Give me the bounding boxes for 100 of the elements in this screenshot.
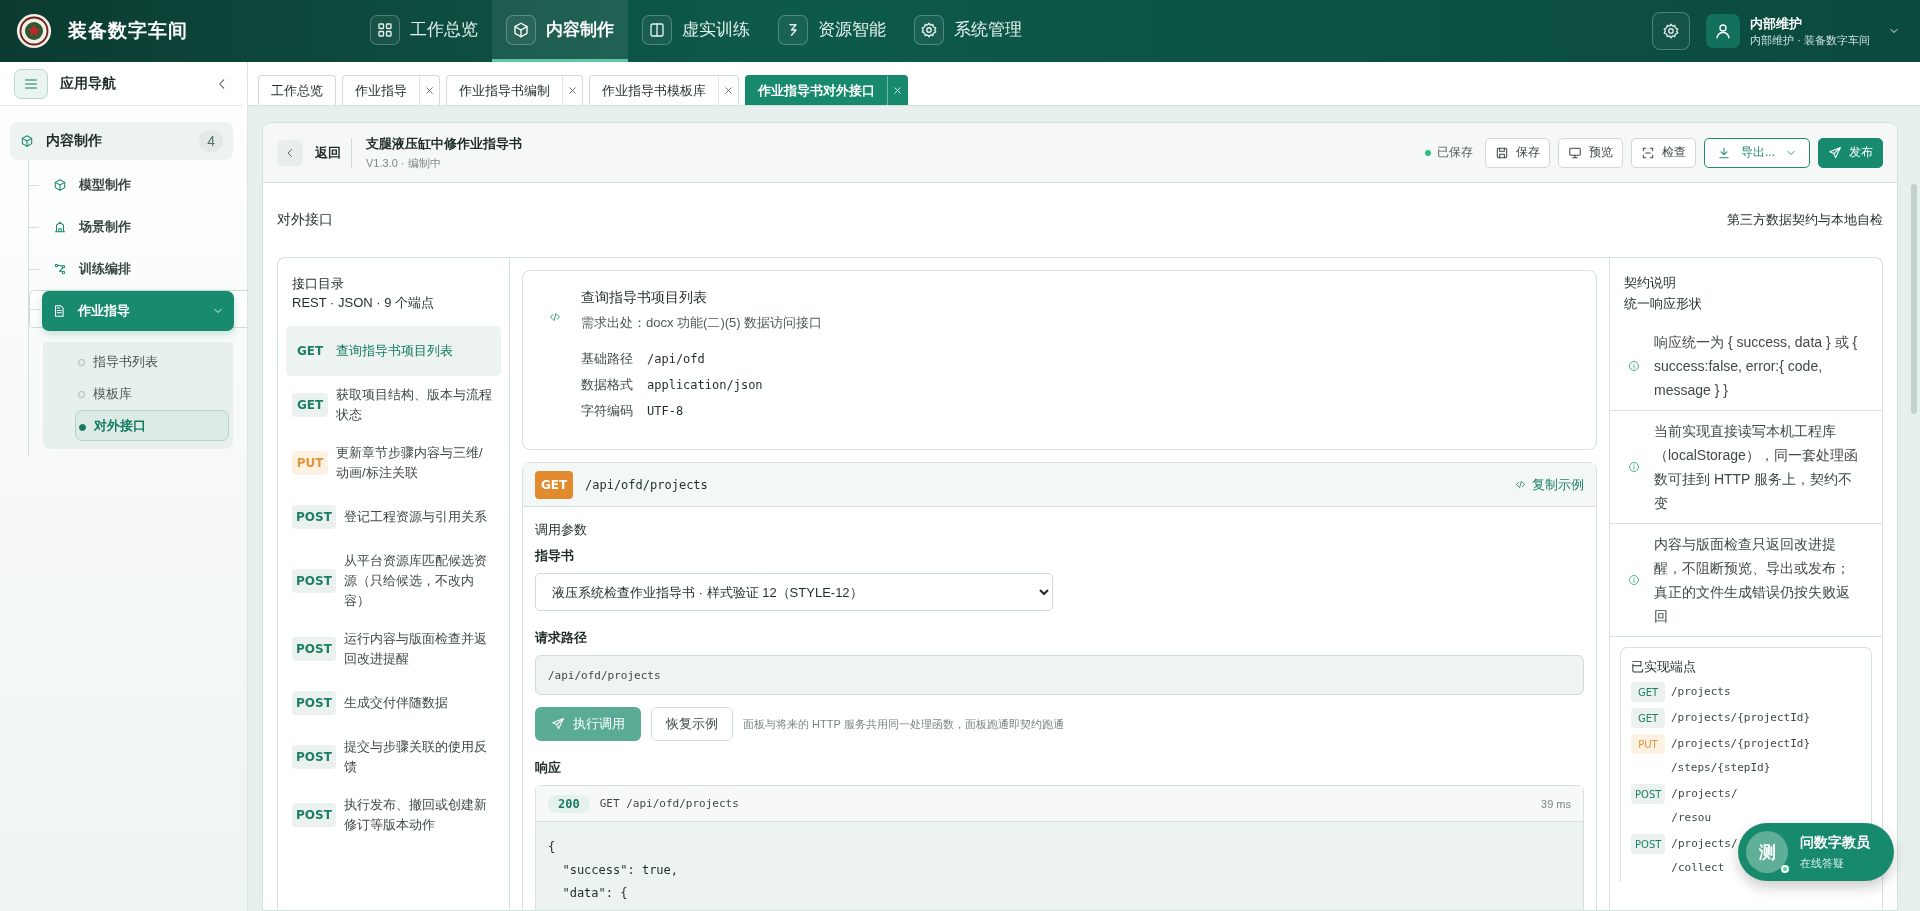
copy-example-button[interactable]: 复制示例 bbox=[1515, 475, 1584, 494]
endpoint-item[interactable]: POST 从平台资源库匹配候选资源（只给候选，不改内容） bbox=[286, 542, 501, 620]
document-icon bbox=[52, 304, 66, 318]
document-meta: V1.3.0 · 编制中 bbox=[366, 155, 442, 171]
endpoint-path: /projects bbox=[1671, 684, 1731, 700]
tab[interactable]: 作业指导书对外接口 bbox=[745, 75, 908, 105]
section-subtitle: 第三方数据契约与本地自检 bbox=[1727, 211, 1883, 229]
toolbar-button[interactable]: 导出... bbox=[1704, 137, 1810, 168]
tab[interactable]: 作业指导 bbox=[342, 75, 440, 105]
contract-title: 契约说明 bbox=[1624, 274, 1677, 292]
building-icon bbox=[53, 220, 67, 234]
group-label: 内容制作 bbox=[46, 132, 102, 150]
book-icon bbox=[648, 20, 666, 39]
method-tag: POST bbox=[292, 637, 336, 661]
endpoint-item[interactable]: POST 生成交付伴随数据 bbox=[286, 678, 501, 728]
document-title: 支腿液压缸中修作业指导书 bbox=[366, 134, 522, 153]
info-icon bbox=[1628, 574, 1640, 586]
reset-button[interactable]: 恢复示例 bbox=[651, 707, 733, 741]
sidebar-item[interactable]: 作业指导 bbox=[42, 291, 234, 331]
settings-icon bbox=[1662, 22, 1681, 40]
submenu-item[interactable]: 对外接口 bbox=[75, 410, 229, 441]
method-tag: PUT bbox=[1631, 734, 1665, 754]
field-value: application/json bbox=[647, 378, 764, 392]
assistant-subtitle: 在线答疑 bbox=[1800, 855, 1845, 871]
back-button[interactable] bbox=[277, 139, 303, 166]
field-label: 指导书 bbox=[535, 547, 575, 565]
nav-tab[interactable]: 系统管理 bbox=[900, 0, 1036, 62]
close-icon bbox=[567, 85, 578, 96]
endpoint-item[interactable]: POST 登记工程资源与引用关系 bbox=[286, 492, 501, 542]
settings-icon bbox=[920, 20, 938, 39]
method-tag: POST bbox=[1631, 834, 1666, 854]
toolbar-button[interactable]: 检查 bbox=[1631, 137, 1696, 168]
save-icon bbox=[1495, 145, 1509, 160]
tab[interactable]: 作业指导书编制 bbox=[446, 75, 583, 105]
endpoints-title: 已实现端点 bbox=[1631, 658, 1697, 676]
request-path-field[interactable]: /api/ofd/projects bbox=[535, 655, 1584, 695]
scrollbar-thumb[interactable] bbox=[1911, 184, 1917, 414]
sidebar-item[interactable]: 训练编排 bbox=[43, 250, 235, 288]
nav-tab[interactable]: 内容制作 bbox=[492, 0, 628, 62]
interface-title: 查询指导书项目列表 bbox=[581, 289, 708, 307]
status-dot bbox=[1425, 149, 1431, 156]
request-line: GET /api/ofd/projects bbox=[599, 797, 739, 810]
status-badge: 200 bbox=[548, 794, 590, 813]
endpoint-path: /resou bbox=[1671, 810, 1713, 826]
app-title: 装备数字车间 bbox=[68, 19, 188, 43]
code-line: { bbox=[548, 839, 557, 856]
settings-button[interactable] bbox=[1652, 12, 1691, 50]
catalog-summary: REST · JSON · 9 个端点 bbox=[291, 294, 436, 312]
tab[interactable]: 作业指导书模板库 bbox=[589, 75, 739, 105]
sidebar-item[interactable]: 模型制作 bbox=[43, 166, 235, 204]
method-tag: PUT bbox=[292, 451, 328, 475]
field-label: 基础路径 bbox=[581, 350, 633, 368]
method-tag: GET bbox=[292, 393, 328, 417]
nav-tab[interactable]: 虚实训练 bbox=[628, 0, 764, 62]
submenu-item[interactable]: 模板库 bbox=[75, 378, 229, 410]
toolbar-button[interactable]: 预览 bbox=[1558, 137, 1623, 168]
monitor-icon bbox=[1568, 145, 1582, 160]
endpoint-path: /projects/ bbox=[1671, 836, 1738, 852]
toolbar-button[interactable]: 发布 bbox=[1818, 137, 1883, 168]
tab[interactable]: 工作总览 bbox=[258, 75, 336, 105]
send-icon bbox=[551, 717, 565, 731]
cube-icon bbox=[53, 178, 67, 192]
back-link[interactable]: 返回 bbox=[311, 137, 352, 168]
route-icon bbox=[53, 262, 67, 276]
guide-select[interactable]: 液压系统检查作业指导书 · 样式验证 12（STYLE-12） bbox=[535, 573, 1053, 611]
user-name: 内部维护 bbox=[1750, 14, 1804, 33]
endpoint-path: /projects/ bbox=[1671, 786, 1738, 802]
field-value: UTF-8 bbox=[647, 404, 685, 418]
method-tag: POST bbox=[292, 569, 336, 593]
assistant-button[interactable]: 测 问数字教员 在线答疑 bbox=[1738, 823, 1894, 881]
assistant-title: 问数字教员 bbox=[1800, 833, 1870, 852]
save-status: 已保存 bbox=[1437, 144, 1473, 161]
submenu-item[interactable]: 指导书列表 bbox=[75, 346, 229, 378]
nav-group[interactable]: 内容制作 4 bbox=[10, 122, 233, 160]
close-icon bbox=[424, 85, 435, 96]
nav-tab[interactable]: 资源智能 bbox=[764, 0, 900, 62]
field-label: 字符编码 bbox=[581, 402, 633, 420]
method-tag: GET bbox=[535, 470, 573, 499]
catalog-title: 接口目录 bbox=[291, 275, 345, 293]
cube-icon bbox=[512, 20, 530, 39]
method-tag: POST bbox=[292, 505, 336, 529]
menu-button[interactable] bbox=[14, 68, 48, 99]
field-label: 数据格式 bbox=[581, 376, 633, 394]
method-tag: GET bbox=[1631, 682, 1665, 702]
grid-icon bbox=[376, 20, 394, 39]
endpoint-item[interactable]: GET 查询指导书项目列表 bbox=[286, 326, 501, 376]
params-title: 调用参数 bbox=[535, 521, 588, 539]
sidebar-item[interactable]: 场景制作 bbox=[43, 208, 235, 246]
method-tag: POST bbox=[292, 803, 336, 827]
interface-source: 需求出处：docx 功能(二)(5) 数据访问接口 bbox=[581, 314, 823, 332]
user-icon bbox=[1714, 22, 1733, 40]
field-label: 请求路径 bbox=[535, 629, 588, 647]
endpoint-path: /collect bbox=[1671, 860, 1726, 876]
cube-icon bbox=[20, 134, 34, 148]
response-time: 39 ms bbox=[1541, 797, 1571, 810]
scan-icon bbox=[1641, 145, 1655, 160]
code-line: "data": { bbox=[561, 885, 629, 902]
nav-tab[interactable]: 工作总览 bbox=[356, 0, 492, 62]
note-text: 内容与版面检查只返回改进提醒，不阻断预览、导出或发布；真正的文件生成错误仍按失败返回 bbox=[1654, 535, 1851, 626]
toolbar-button[interactable]: 保存 bbox=[1485, 137, 1550, 168]
